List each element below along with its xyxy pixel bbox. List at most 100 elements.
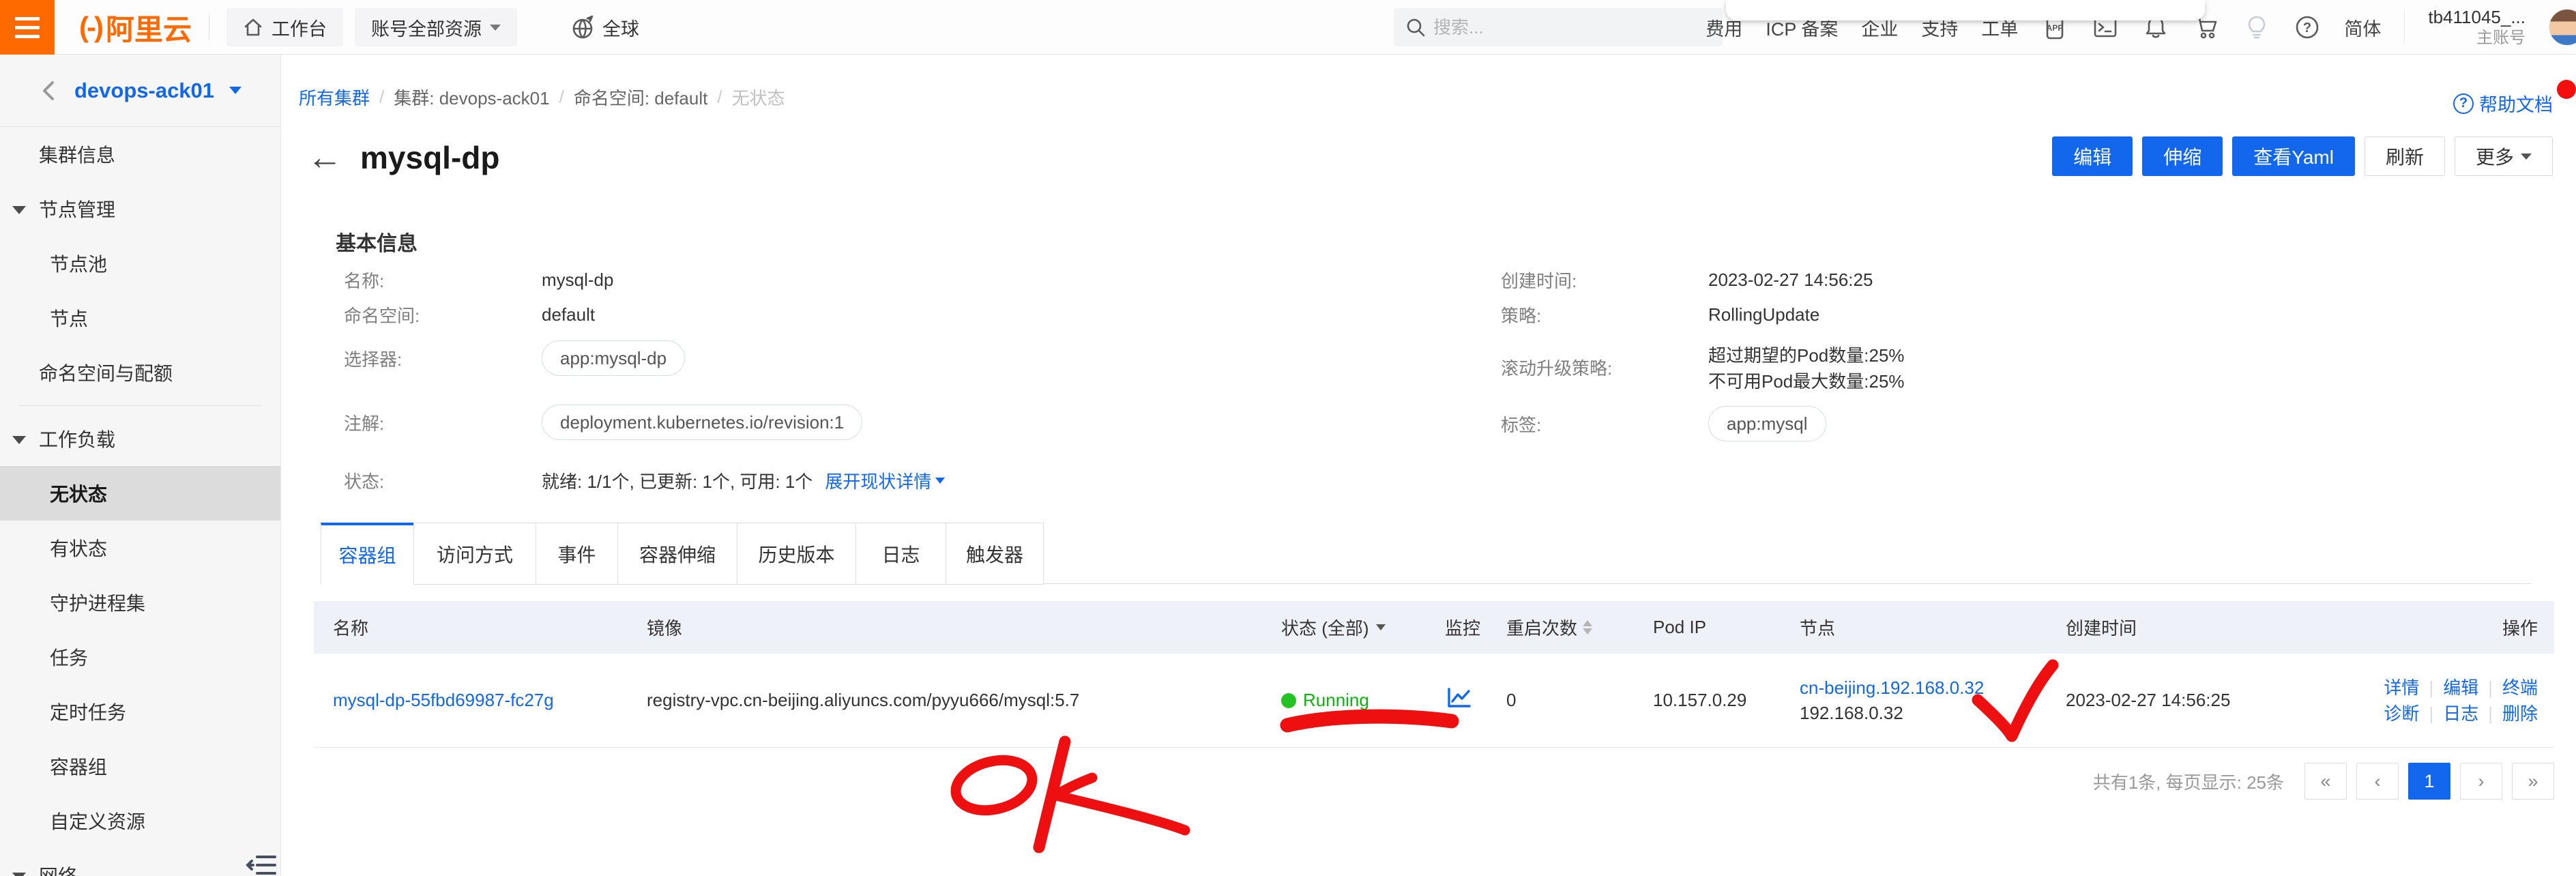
workbench-button[interactable]: 工作台 (226, 8, 343, 46)
info-row-selector: 选择器: app:mysql-dp (344, 340, 685, 376)
global-region-selector[interactable]: 全球 (570, 0, 639, 55)
tab-scaling[interactable]: 容器伸缩 (617, 523, 737, 585)
sidebar-item-deployments[interactable]: 无状态 (0, 466, 280, 521)
avatar[interactable] (2549, 9, 2576, 46)
cluster-name: devops-ack01 (74, 78, 214, 103)
annotation-tag: deployment.kubernetes.io/revision:1 (542, 405, 862, 440)
tab-pods[interactable]: 容器组 (321, 523, 414, 585)
refresh-button[interactable]: 刷新 (2365, 136, 2445, 176)
pod-ip: 10.157.0.29 (1634, 690, 1781, 711)
pagination: 共有1条, 每页显示: 25条 « ‹ 1 › » (2093, 762, 2554, 800)
tab-history[interactable]: 历史版本 (737, 523, 856, 585)
svg-text:?: ? (2303, 20, 2311, 35)
col-image: 镜像 (628, 615, 1262, 640)
deployment-name-value: mysql-dp (542, 269, 613, 291)
monitor-chart-icon (1445, 686, 1472, 710)
tips-bulb-icon[interactable] (2243, 14, 2270, 41)
sidebar-item-namespaces-quotas[interactable]: 命名空间与配额 (0, 345, 280, 400)
pod-name-link[interactable]: mysql-dp-55fbd69987-fc27g (333, 690, 554, 710)
sidebar-item-cluster-info[interactable]: 集群信息 (0, 127, 280, 181)
workbench-label: 工作台 (272, 14, 327, 41)
col-restarts-sortable[interactable]: 重启次数 (1487, 615, 1634, 640)
tab-triggers[interactable]: 触发器 (946, 523, 1044, 585)
view-yaml-button[interactable]: 查看Yaml (2232, 136, 2355, 176)
pagination-last-button[interactable]: » (2512, 763, 2554, 800)
cluster-switcher[interactable]: devops-ack01 (0, 55, 280, 127)
account-resources-dropdown[interactable]: 账号全部资源 (355, 8, 517, 46)
col-actions: 操作 (2326, 615, 2554, 640)
breadcrumb-separator: / (717, 87, 722, 108)
breadcrumb-all-clusters[interactable]: 所有集群 (299, 85, 370, 110)
sidebar-item-pods[interactable]: 容器组 (0, 739, 280, 793)
aliyun-logo-text: 阿里云 (106, 7, 192, 48)
back-chevron-icon (39, 79, 59, 102)
scale-button[interactable]: 伸缩 (2142, 136, 2223, 176)
help-question-icon: ? (2453, 93, 2474, 114)
sidebar-collapse-icon[interactable] (245, 853, 278, 876)
account-info[interactable]: tb411045_... 主账号 (2428, 6, 2526, 49)
pagination-prev-button[interactable]: ‹ (2356, 763, 2399, 800)
pagination-page-1[interactable]: 1 (2408, 763, 2450, 800)
back-arrow-icon[interactable]: ← (307, 140, 342, 175)
action-logs[interactable]: 日志 (2443, 701, 2478, 727)
chevron-down-icon (490, 25, 501, 31)
pod-image: registry-vpc.cn-beijing.aliyuncs.com/pyy… (628, 690, 1262, 711)
col-monitor: 监控 (1426, 615, 1487, 640)
node-link[interactable]: cn-beijing.192.168.0.32 (1800, 675, 2047, 701)
help-doc-link[interactable]: ? 帮助文档 (2453, 90, 2553, 117)
info-row-status: 状态: 就绪: 1/1个, 已更新: 1个, 可用: 1个 展开现状详情 (344, 467, 945, 493)
action-edit[interactable]: 编辑 (2443, 675, 2478, 701)
pods-table-header: 名称 镜像 状态 (全部) 监控 重启次数 Pod IP 节点 创建时间 操作 (314, 601, 2554, 654)
expand-status-link[interactable]: 展开现状详情 (825, 468, 945, 493)
breadcrumb-namespace: 命名空间: default (574, 85, 708, 110)
global-search[interactable] (1394, 8, 1723, 46)
sidebar-item-cronjobs[interactable]: 定时任务 (0, 684, 280, 739)
more-dropdown-button[interactable]: 更多 (2455, 136, 2553, 176)
sidebar-item-label: 有状态 (50, 534, 107, 561)
account-type-label: 主账号 (2476, 28, 2526, 48)
search-input[interactable] (1433, 17, 1693, 38)
sidebar-item-label: 集群信息 (39, 141, 115, 168)
action-terminal[interactable]: 终端 (2502, 675, 2538, 701)
col-name: 名称 (314, 615, 628, 640)
tab-events[interactable]: 事件 (536, 523, 618, 585)
action-details[interactable]: 详情 (2384, 675, 2419, 701)
col-status-filter[interactable]: 状态 (全部) (1262, 615, 1426, 640)
info-row-created: 创建时间: 2023-02-27 14:56:25 (1501, 267, 1873, 293)
sidebar-item-statefulsets[interactable]: 有状态 (0, 521, 280, 575)
aliyun-logo[interactable]: (-) 阿里云 (79, 0, 192, 55)
sidebar-section-node-management[interactable]: 节点管理 (0, 181, 280, 236)
rolling-line2: 不可用Pod最大数量:25% (1708, 367, 1905, 393)
action-delete[interactable]: 删除 (2502, 701, 2538, 727)
pod-restarts: 0 (1487, 690, 1634, 711)
edit-button[interactable]: 编辑 (2052, 136, 2133, 176)
sidebar-divider (18, 405, 262, 406)
aliyun-logo-mark: (-) (79, 11, 102, 44)
labels-tag: app:mysql (1708, 406, 1826, 441)
info-row-strategy: 策略: RollingUpdate (1501, 302, 1819, 327)
pagination-next-button[interactable]: › (2460, 763, 2502, 800)
hamburger-menu-icon[interactable] (0, 0, 55, 55)
pagination-first-button[interactable]: « (2304, 763, 2347, 800)
action-diagnose[interactable]: 诊断 (2384, 701, 2419, 727)
sidebar-item-daemonsets[interactable]: 守护进程集 (0, 575, 280, 630)
sidebar-item-label: 网络 (39, 862, 77, 876)
sidebar-item-nodes[interactable]: 节点 (0, 291, 280, 345)
col-node: 节点 (1781, 615, 2047, 640)
tab-access[interactable]: 访问方式 (413, 523, 536, 585)
pod-node-cell: cn-beijing.192.168.0.32 192.168.0.32 (1781, 675, 2047, 726)
info-row-namespace: 命名空间: default (344, 302, 595, 327)
language-selector[interactable]: 简体 (2344, 14, 2381, 41)
account-resources-label: 账号全部资源 (371, 14, 482, 41)
sidebar-section-workloads[interactable]: 工作负载 (0, 411, 280, 466)
sidebar-item-custom-resources[interactable]: 自定义资源 (0, 793, 280, 848)
action-separator: | (2488, 701, 2493, 727)
page-title: mysql-dp (360, 139, 499, 176)
help-circle-icon[interactable]: ? (2294, 14, 2321, 41)
sidebar-item-node-pools[interactable]: 节点池 (0, 236, 280, 291)
sidebar-item-jobs[interactable]: 任务 (0, 630, 280, 684)
sidebar-section-network[interactable]: 网络 (0, 848, 280, 876)
pod-monitor-cell[interactable] (1426, 686, 1487, 714)
strategy-value: RollingUpdate (1708, 304, 1819, 325)
tab-logs[interactable]: 日志 (855, 523, 946, 585)
